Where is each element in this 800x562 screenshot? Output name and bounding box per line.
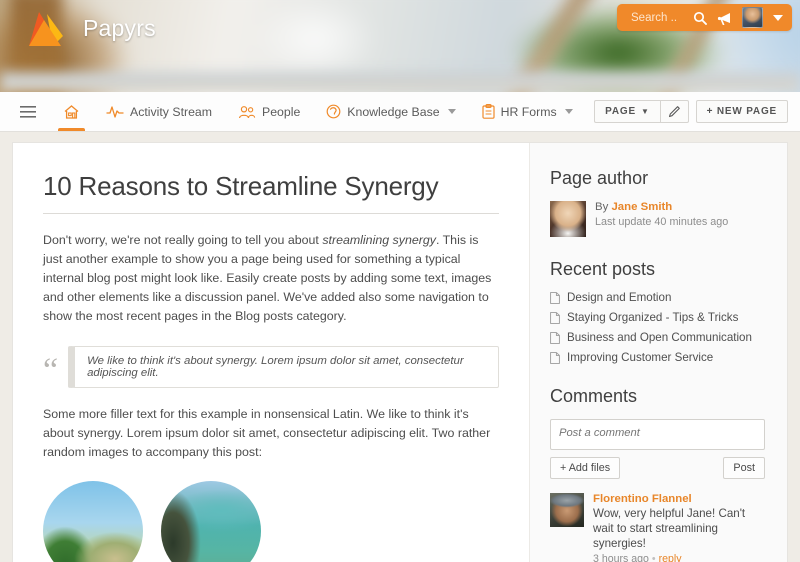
list-item-label: Staying Organized - Tips & Tricks (567, 311, 739, 324)
list-item[interactable]: Business and Open Communication (550, 331, 765, 344)
reply-link[interactable]: reply (659, 553, 682, 562)
page-dropdown-button[interactable]: PAGE ▼ (594, 100, 660, 123)
home-icon (64, 104, 79, 119)
page-document-icon (550, 291, 560, 304)
nav-item-label: Activity Stream (130, 104, 212, 119)
page-document-icon (550, 311, 560, 324)
article-paragraph-2: Some more filler text for this example i… (43, 407, 491, 459)
header-banner: Papyrs (0, 0, 800, 92)
sidebar-item-home[interactable] (50, 92, 93, 131)
comment-list-item: Florentino Flannel Wow, very helpful Jan… (550, 493, 765, 562)
article-column: 10 Reasons to Streamline Synergy Don't w… (13, 143, 529, 562)
page-button-group: PAGE ▼ (594, 100, 689, 123)
header-search-bar[interactable] (617, 4, 792, 31)
edit-page-button[interactable] (659, 100, 689, 123)
nav-actions: PAGE ▼ + NEW PAGE (594, 92, 788, 131)
chevron-down-icon[interactable] (564, 109, 573, 114)
activity-pulse-icon (106, 105, 124, 118)
chevron-down-icon[interactable] (773, 14, 783, 21)
nav-item-knowledge-base[interactable]: Knowledge Base (313, 92, 468, 131)
pencil-edit-icon (668, 106, 680, 118)
page-author-heading: Page author (550, 168, 649, 188)
coastline-photo (161, 481, 261, 562)
brand-logo[interactable]: Papyrs (22, 6, 156, 50)
recent-posts-heading: Recent posts (550, 259, 656, 279)
clipboard-icon (481, 104, 495, 119)
article-paragraph-1: Don't worry, we're not really going to t… (43, 231, 499, 326)
post-comment-button[interactable]: Post (723, 457, 765, 479)
chevron-down-icon[interactable] (447, 109, 456, 114)
list-item-label: Improving Customer Service (567, 351, 714, 364)
megaphone-icon[interactable] (717, 11, 732, 25)
user-avatar[interactable] (742, 7, 763, 28)
comment-time: 3 hours ago (593, 553, 649, 562)
author-by-label: By (595, 201, 609, 213)
comment-body: Wow, very helpful Jane! Can't wait to st… (593, 507, 746, 550)
page-button-label: PAGE (605, 106, 636, 117)
list-item-label: Design and Emotion (567, 291, 672, 304)
nav-item-label: Knowledge Base (347, 104, 440, 119)
search-icon[interactable] (693, 11, 707, 25)
brand-name: Papyrs (83, 14, 156, 41)
commenter-avatar (550, 493, 584, 527)
comments-block: Comments + Add files Post Florentino Fla… (550, 386, 765, 562)
commenter-name[interactable]: Florentino Flannel (593, 493, 765, 505)
page-document-icon (550, 351, 560, 364)
page-content-card: 10 Reasons to Streamline Synergy Don't w… (12, 142, 788, 562)
banner-decoration (0, 72, 800, 92)
comment-meta-separator: • (651, 553, 656, 562)
recent-posts-block: Recent posts Design and Emotion Staying … (550, 259, 765, 364)
page-author-block: By Jane Smith Last update 40 minutes ago (550, 201, 765, 237)
recent-posts-list: Design and Emotion Staying Organized - T… (550, 291, 765, 364)
papyrs-logo-icon (29, 12, 63, 46)
nav-item-people[interactable]: People (225, 92, 313, 131)
article-images (43, 481, 499, 562)
new-page-button[interactable]: + NEW PAGE (695, 100, 788, 123)
palm-tree-photo (43, 481, 143, 562)
comment-input[interactable] (550, 419, 765, 450)
main-navigation: Activity Stream People Knowledge Base HR… (0, 92, 800, 132)
hamburger-menu-button[interactable] (20, 92, 50, 131)
page-title: 10 Reasons to Streamline Synergy (43, 171, 499, 214)
sidebar-column: Page author By Jane Smith Last update 40… (529, 143, 787, 562)
author-avatar (550, 201, 586, 237)
quote-mark-icon: “ (43, 352, 59, 389)
author-last-update: Last update 40 minutes ago (595, 216, 729, 228)
author-byline: By Jane Smith (595, 201, 728, 213)
hamburger-menu-icon (20, 105, 36, 118)
blockquote-text: We like to think it's about synergy. Lor… (68, 346, 499, 388)
list-item-label: Business and Open Communication (567, 331, 752, 344)
search-input[interactable] (631, 11, 683, 24)
list-item[interactable]: Staying Organized - Tips & Tricks (550, 311, 765, 324)
nav-item-hr-forms[interactable]: HR Forms (469, 92, 586, 131)
comment-actions: + Add files Post (550, 457, 765, 479)
comments-heading: Comments (550, 386, 638, 406)
add-files-button[interactable]: + Add files (550, 457, 621, 479)
nav-item-activity-stream[interactable]: Activity Stream (93, 92, 225, 131)
list-item[interactable]: Design and Emotion (550, 291, 765, 304)
paragraph-1-part-a: Don't worry, we're not really going to t… (43, 233, 323, 247)
list-item[interactable]: Improving Customer Service (550, 351, 765, 364)
nav-items: Activity Stream People Knowledge Base HR… (20, 92, 586, 131)
paragraph-1-emphasis: streamlining synergy (322, 233, 436, 247)
lightbulb-head-icon (326, 104, 341, 119)
nav-item-label: HR Forms (500, 104, 557, 119)
comment-meta: 3 hours ago • reply (593, 553, 765, 562)
blockquote: “ We like to think it's about synergy. L… (43, 346, 499, 388)
author-name-link[interactable]: Jane Smith (611, 201, 672, 213)
nav-item-label: People (262, 104, 301, 119)
people-icon (239, 105, 256, 118)
chevron-down-icon: ▼ (640, 107, 650, 116)
page-document-icon (550, 331, 560, 344)
